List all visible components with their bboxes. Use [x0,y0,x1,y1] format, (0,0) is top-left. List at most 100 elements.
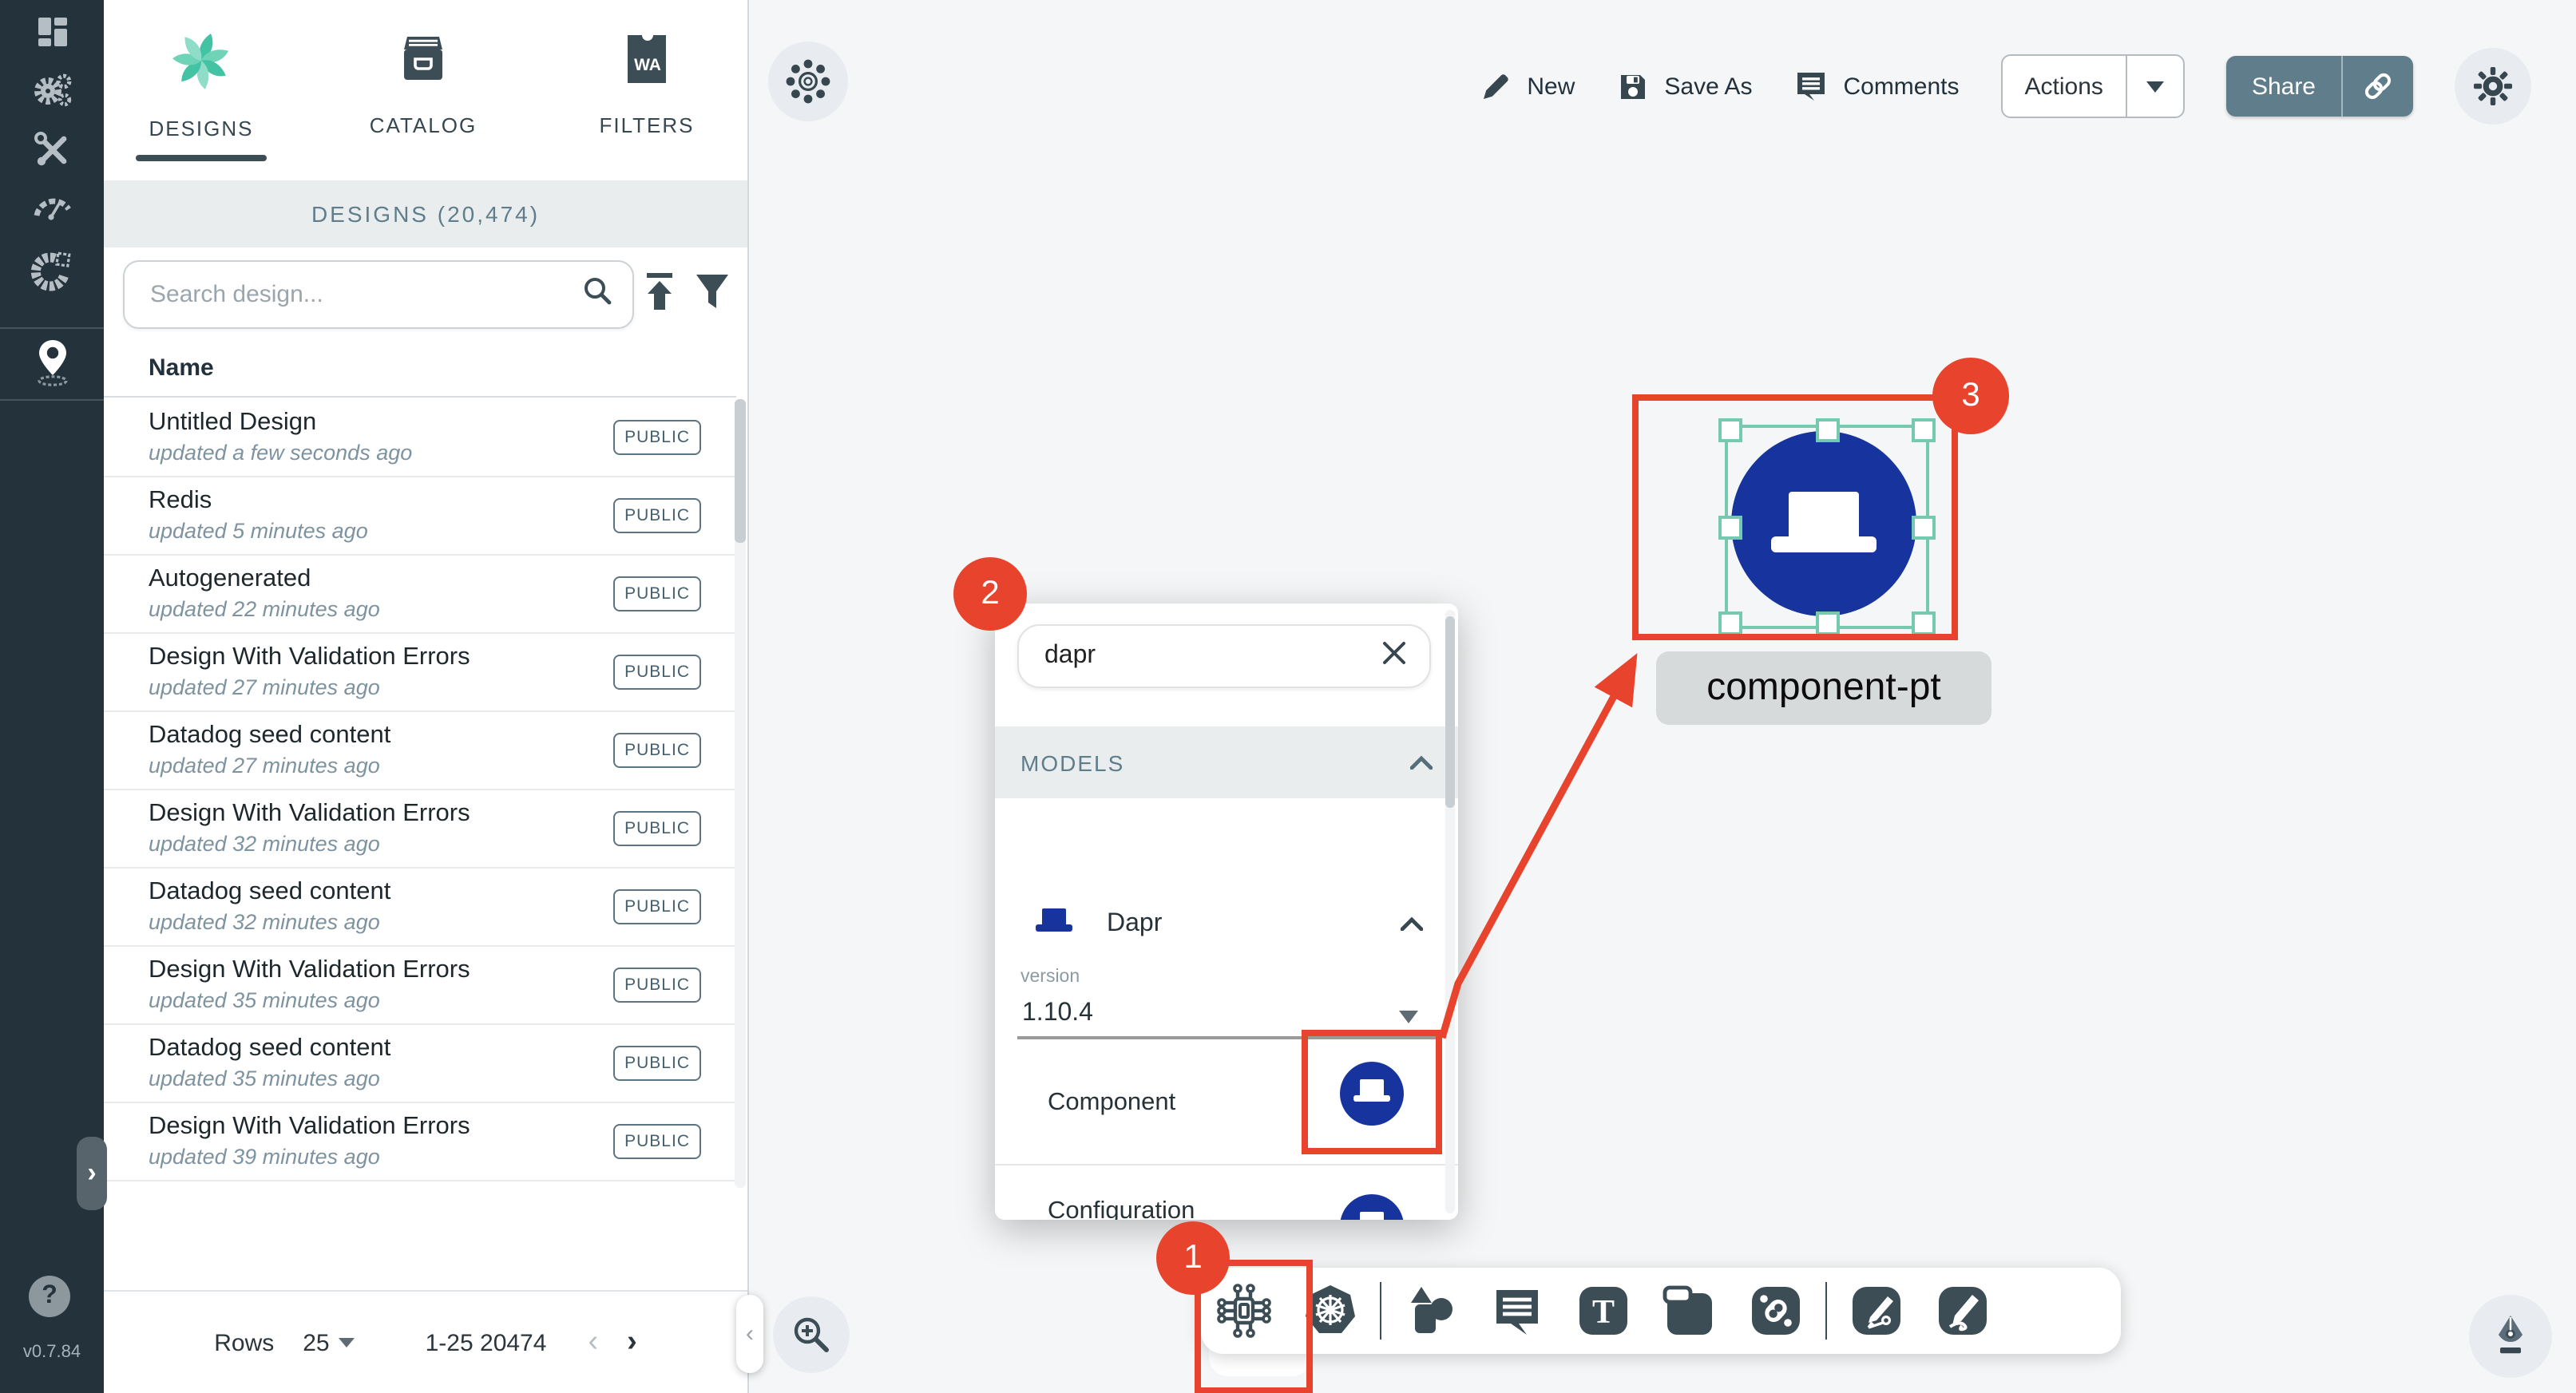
pen-arrow-icon [1849,1284,1904,1338]
design-row[interactable]: Datadog seed content updated 27 minutes … [104,712,736,790]
save-as-button[interactable]: Save As [1616,69,1752,103]
catalog-archive-icon [396,29,450,97]
settings-button[interactable] [2455,48,2531,125]
dashboard-icon[interactable] [0,13,104,51]
help-icon[interactable]: ? [29,1276,70,1317]
version-select[interactable]: 1.10.4 [1022,999,1093,1028]
version-label: version [1020,968,1080,987]
actions-button[interactable]: Actions [2001,54,2185,118]
header-divider [104,396,736,398]
annotation-pen-button[interactable] [2469,1295,2552,1378]
kubernetes-tool-button[interactable] [1287,1282,1373,1340]
design-row[interactable]: Datadog seed content updated 35 minutes … [104,1025,736,1103]
tab-filters[interactable]: WA FILTERS [559,29,735,137]
tab-designs-label: DESIGNS [149,117,253,140]
selection-handle[interactable] [1816,418,1840,442]
link-nodes-icon [1749,1284,1803,1338]
dapr-component-icon[interactable] [1340,1062,1404,1126]
kanvas-pin-icon[interactable] [0,337,104,388]
selection-handle[interactable] [1718,611,1742,635]
design-row[interactable]: Design With Validation Errors updated 35… [104,947,736,1025]
models-section-header[interactable]: MODELS [995,726,1458,798]
popup-scrollbar[interactable] [1445,610,1455,1213]
design-row[interactable]: Design With Validation Errors updated 32… [104,790,736,869]
performance-speedometer-icon[interactable] [0,187,104,225]
freehand-draw-tool-button[interactable] [1920,1284,2006,1338]
annotation-badge-1: 1 [1156,1221,1230,1295]
design-row[interactable]: Design With Validation Errors updated 39… [104,1103,736,1181]
selection-handle[interactable] [1718,418,1742,442]
comment-tool-button[interactable] [1474,1285,1560,1336]
chevron-up-icon [1401,910,1423,939]
pen-nib-icon [2488,1312,2533,1360]
selection-bounding-box[interactable] [1725,425,1929,629]
sidebar-expand-handle[interactable]: › [77,1137,107,1210]
next-page-button[interactable]: › [627,1325,637,1360]
pagination-range: 1-25 20474 [426,1329,547,1356]
toolbar-divider [1380,1282,1381,1340]
component-row[interactable]: Component [995,1038,1458,1165]
svg-text:WA: WA [634,56,661,74]
popup-search-input[interactable] [1041,640,1381,672]
shapes-tool-button[interactable] [1388,1284,1474,1338]
relationship-tool-button[interactable] [1733,1284,1819,1338]
design-canvas[interactable]: New Save As Comments Actions [747,0,2576,1393]
lifecycle-gears-icon[interactable] [0,70,104,113]
pencil-icon [1479,69,1512,103]
zoom-in-button[interactable] [773,1296,850,1373]
public-badge: PUBLIC [613,576,701,611]
clear-search-icon[interactable] [1381,639,1407,673]
public-badge: PUBLIC [613,968,701,1003]
tab-catalog-label: CATALOG [370,113,477,137]
search-icon[interactable] [581,275,613,315]
design-search-input[interactable] [147,279,581,310]
link-icon [2362,70,2394,102]
model-row-dapr[interactable]: Dapr [995,878,1458,971]
extensions-mesh-icon[interactable] [0,249,104,292]
design-row[interactable]: Redis updated 5 minutes ago PUBLIC [104,477,736,556]
note-tool-button[interactable] [1647,1282,1733,1340]
comments-button[interactable]: Comments [1793,69,1959,104]
design-row[interactable]: Untitled Design updated a few seconds ag… [104,399,736,477]
filter-funnel-icon[interactable] [693,271,731,321]
chevron-up-icon [1410,748,1433,777]
version-dropdown-caret[interactable] [1399,1011,1418,1023]
design-row[interactable]: Autogenerated updated 22 minutes ago PUB… [104,556,736,634]
selection-handle[interactable] [1816,611,1840,635]
panel-header: DESIGNS (20,474) [104,180,747,247]
rows-per-page-select[interactable]: 25 [303,1329,355,1356]
component-name-label[interactable]: component-pt [1656,651,1991,725]
popup-search-box [1017,624,1431,688]
selection-handle[interactable] [1718,516,1742,540]
tab-catalog[interactable]: CATALOG [335,29,511,137]
copy-link-button[interactable] [2343,70,2413,102]
public-badge: PUBLIC [613,655,701,690]
tab-designs[interactable]: DESIGNS [113,29,289,140]
public-badge: PUBLIC [613,1124,701,1159]
comment-icon [1793,69,1829,104]
components-tool-button[interactable] [1201,1282,1287,1340]
design-row[interactable]: Datadog seed content updated 32 minutes … [104,869,736,947]
panel-collapse-handle[interactable]: ‹ [736,1295,763,1373]
component-chip-icon [1215,1282,1273,1340]
selection-handle[interactable] [1912,516,1936,540]
prev-page-button[interactable]: ‹ [588,1325,598,1360]
annotation-badge-2: 2 [953,557,1027,631]
selection-handle[interactable] [1912,611,1936,635]
list-scrollbar[interactable] [735,399,746,1188]
edge-pen-tool-button[interactable] [1833,1284,1920,1338]
new-button[interactable]: New [1479,69,1575,103]
configuration-tools-icon[interactable] [0,129,104,171]
canvas-bottom-toolbar: T [1201,1268,2121,1354]
dapr-configuration-icon [1340,1194,1404,1220]
upload-design-icon[interactable] [642,271,677,321]
design-row[interactable]: Design With Validation Errors updated 27… [104,634,736,712]
toolbar-divider [1825,1282,1827,1340]
selection-handle[interactable] [1912,418,1936,442]
sticky-note-icon [1661,1282,1718,1340]
column-header-name: Name [149,354,214,382]
share-button[interactable]: Share [2226,56,2413,117]
canvas-hub-button[interactable] [768,42,848,121]
text-tool-button[interactable]: T [1560,1284,1647,1338]
actions-dropdown-caret[interactable] [2127,72,2183,101]
